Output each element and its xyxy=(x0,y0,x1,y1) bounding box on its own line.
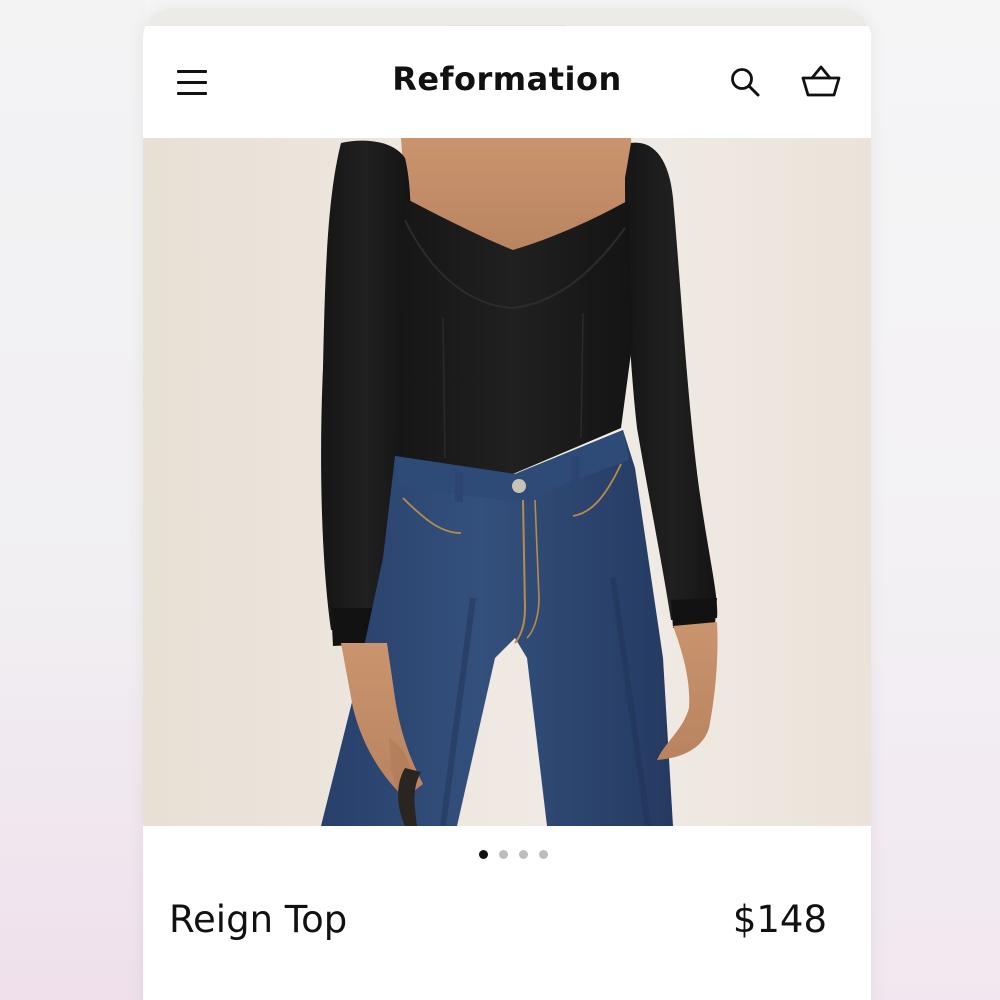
app-header: Reformation xyxy=(143,26,871,138)
carousel-dot-2[interactable] xyxy=(498,850,508,859)
carousel-dot-3[interactable] xyxy=(518,850,528,859)
carousel-dot-1[interactable] xyxy=(478,850,488,859)
product-photo-illustration xyxy=(321,138,718,826)
product-name: Reign Top xyxy=(169,898,348,941)
search-icon[interactable] xyxy=(727,64,763,100)
phone-screen: Reformation Reign Top $148 xyxy=(143,8,871,1000)
page-background xyxy=(0,0,145,1000)
carousel-dot-4[interactable] xyxy=(538,850,548,859)
shopping-basket-icon[interactable] xyxy=(799,62,843,102)
product-price: $148 xyxy=(732,898,827,941)
product-image[interactable] xyxy=(143,138,871,826)
hamburger-menu-icon[interactable] xyxy=(175,68,209,98)
image-carousel-indicators xyxy=(143,850,871,864)
status-bar-area xyxy=(143,8,871,26)
